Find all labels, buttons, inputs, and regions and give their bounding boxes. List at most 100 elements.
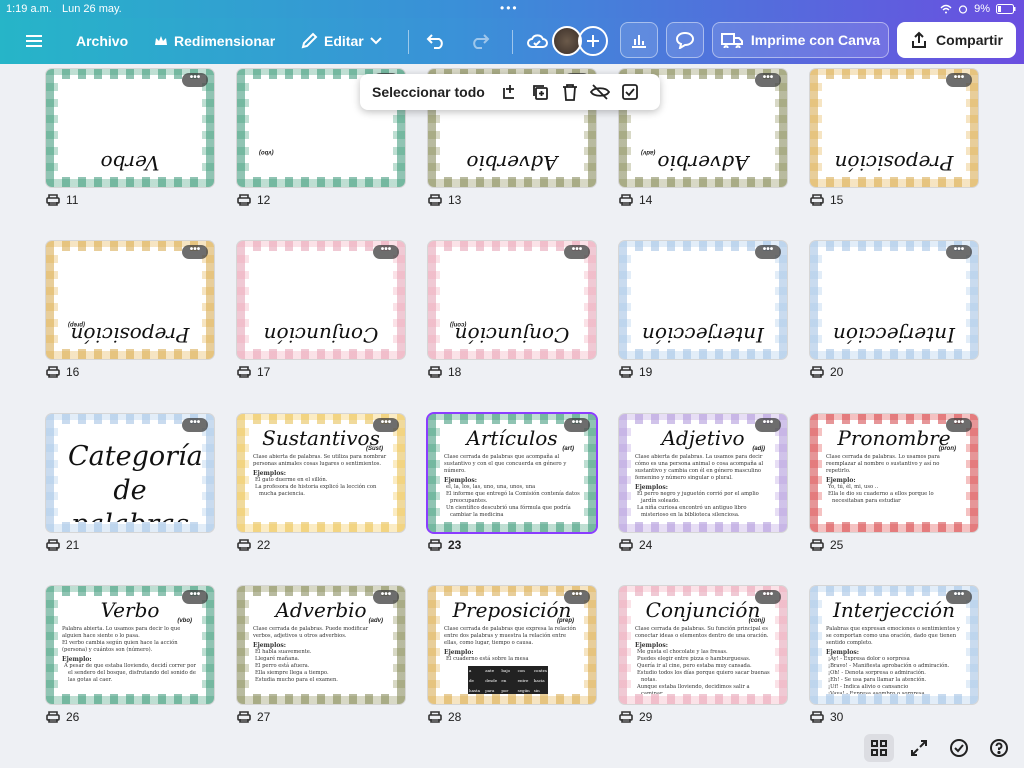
delete-button[interactable] — [555, 83, 585, 101]
table-cell: contra — [532, 666, 548, 675]
cloud-sync-button[interactable] — [526, 18, 548, 64]
page-content: Interjección — [631, 251, 775, 349]
page-abbreviation: (conj) — [450, 321, 467, 327]
add-collaborator-button[interactable] — [578, 18, 608, 64]
page-number-label: 14 — [639, 193, 653, 207]
page-definition: Clase abierta de palabras. La usamos par… — [635, 454, 764, 481]
more-options-button[interactable]: ••• — [946, 418, 972, 432]
page-thumbnail[interactable]: Verbo ••• — [46, 69, 214, 187]
multitask-dots[interactable]: ••• — [500, 1, 519, 15]
page-thumbnail[interactable]: Adverbio (adv) Clase cerrada de palabras. … — [237, 586, 405, 704]
more-options-button[interactable]: ••• — [182, 245, 208, 259]
status-bar: 1:19 a.m. Lun 26 may. ••• 9% — [0, 0, 1024, 18]
page-abbreviation: (prep) — [557, 618, 574, 624]
more-options-button[interactable]: ••• — [182, 590, 208, 604]
more-options-button[interactable]: ••• — [946, 245, 972, 259]
page-thumbnail[interactable]: Categorías de palabras ••• — [46, 414, 214, 532]
page-content: Preposición — [822, 79, 966, 177]
page-thumbnail[interactable]: Conjunción (conj) ••• — [428, 241, 596, 359]
file-menu-button[interactable]: Archivo — [76, 18, 128, 64]
grid-view-button[interactable] — [864, 734, 894, 762]
page-number-label: 16 — [66, 365, 80, 379]
print-with-canva-button[interactable]: Imprime con Canva — [712, 22, 889, 58]
more-options-button[interactable]: ••• — [946, 73, 972, 87]
table-cell: según — [516, 686, 532, 694]
review-button[interactable] — [944, 734, 974, 762]
print-icon — [619, 366, 633, 378]
page-thumbnail[interactable]: Adjetivo (adj) Clase abierta de palabras. … — [619, 414, 787, 532]
page-thumbnail[interactable]: Interjección Palabras que expresan emocio… — [810, 586, 978, 704]
page-thumbnail[interactable]: Conjunción ••• — [237, 241, 405, 359]
example-item: Aunque estaba lloviendo, decidimos salir… — [637, 684, 750, 694]
more-options-button[interactable]: ••• — [564, 418, 590, 432]
print-icon — [619, 539, 633, 551]
status-right: 9% — [940, 3, 1016, 15]
page-thumbnail[interactable]: Verbo (vbo) Palabra abierta. Lo usamos par… — [46, 586, 214, 704]
page-number: 15 — [810, 193, 843, 207]
page-thumbnail[interactable]: Interjección ••• — [810, 241, 978, 359]
page-abbreviation: (Sust) — [366, 446, 383, 452]
print-icon — [428, 194, 442, 206]
page-thumbnail[interactable]: Preposición (prep) Clase cerrada de palabr… — [428, 586, 596, 704]
comment-icon — [675, 31, 695, 49]
page-definition: Clase cerrada de palabras que expresa la… — [444, 626, 576, 646]
more-options-button[interactable]: ••• — [564, 245, 590, 259]
hide-button[interactable] — [585, 84, 615, 100]
page-definition: Palabra abierta. Lo usamos para decir lo… — [62, 626, 181, 639]
comments-button[interactable] — [666, 22, 704, 58]
edit-menu-button[interactable]: Editar — [300, 18, 382, 64]
toolbar-divider — [408, 30, 409, 54]
page-title: Conjunción — [263, 323, 379, 347]
more-options-button[interactable]: ••• — [564, 590, 590, 604]
select-all-button[interactable]: Seleccionar todo — [372, 84, 485, 100]
chevron-down-icon — [369, 37, 382, 45]
page-thumbnail[interactable]: Preposición ••• — [810, 69, 978, 187]
page-thumbnail[interactable]: Artículos (art) Clase cerrada de palabras … — [428, 414, 596, 532]
duplicate-button[interactable] — [525, 83, 555, 101]
menu-button[interactable] — [24, 18, 44, 64]
page-number: 27 — [237, 710, 270, 724]
more-options-button[interactable]: ••• — [373, 418, 399, 432]
more-options-button[interactable]: ••• — [946, 590, 972, 604]
page-thumbnail[interactable]: Interjección ••• — [619, 241, 787, 359]
example-item: El informe que entregó la Comisión conte… — [446, 491, 580, 504]
page-thumbnail[interactable]: Pronombre (pron) Clase cerrada de palabras… — [810, 414, 978, 532]
more-options-button[interactable]: ••• — [182, 418, 208, 432]
page-number-label: 24 — [639, 538, 653, 552]
resize-button[interactable]: Redimensionar — [154, 18, 275, 64]
redo-button[interactable] — [470, 18, 490, 64]
page-number-label: 25 — [830, 538, 844, 552]
more-options-button[interactable]: ••• — [182, 73, 208, 87]
page-thumbnail[interactable]: Sustantivos (Sust) Clase abierta de palabr… — [237, 414, 405, 532]
more-options-button[interactable]: ••• — [755, 73, 781, 87]
example-item: Un científico descubrió una fórmula que … — [446, 505, 571, 518]
more-options-button[interactable]: ••• — [755, 590, 781, 604]
page-title: Conjunción — [454, 323, 570, 347]
share-button[interactable]: Compartir — [897, 22, 1016, 58]
help-button[interactable] — [984, 734, 1014, 762]
page-number: 11 — [46, 193, 78, 207]
undo-button[interactable] — [426, 18, 446, 64]
more-options-button[interactable]: ••• — [373, 245, 399, 259]
page-definition: Clase cerrada de palabras. Su función pr… — [635, 626, 769, 639]
example-heading: Ejemplos: — [444, 477, 477, 484]
undo-icon — [426, 34, 443, 49]
page-thumbnail[interactable]: Preposición (prep) ••• — [46, 241, 214, 359]
more-options-button[interactable]: ••• — [755, 245, 781, 259]
page-content: Conjunción (conj) — [440, 251, 584, 349]
pencil-icon — [301, 32, 318, 49]
page-content: Preposición (prep) — [58, 251, 202, 349]
insights-button[interactable] — [620, 22, 658, 58]
page-thumbnail[interactable]: Conjunción (conj) Clase cerrada de palabra… — [619, 586, 787, 704]
select-button[interactable] — [615, 83, 645, 101]
page-number-label: 15 — [830, 193, 844, 207]
fullscreen-button[interactable] — [904, 734, 934, 762]
add-page-button[interactable] — [495, 83, 525, 101]
more-options-button[interactable]: ••• — [755, 418, 781, 432]
more-options-button[interactable]: ••• — [373, 590, 399, 604]
selection-toolbar: Seleccionar todo — [360, 74, 660, 110]
example-item: ¡Bravo! - Manifiesta aprobación o admira… — [828, 663, 950, 669]
expand-icon — [911, 740, 927, 756]
page-number: 16 — [46, 365, 79, 379]
example-item: Llegaré mañana. — [255, 656, 300, 662]
